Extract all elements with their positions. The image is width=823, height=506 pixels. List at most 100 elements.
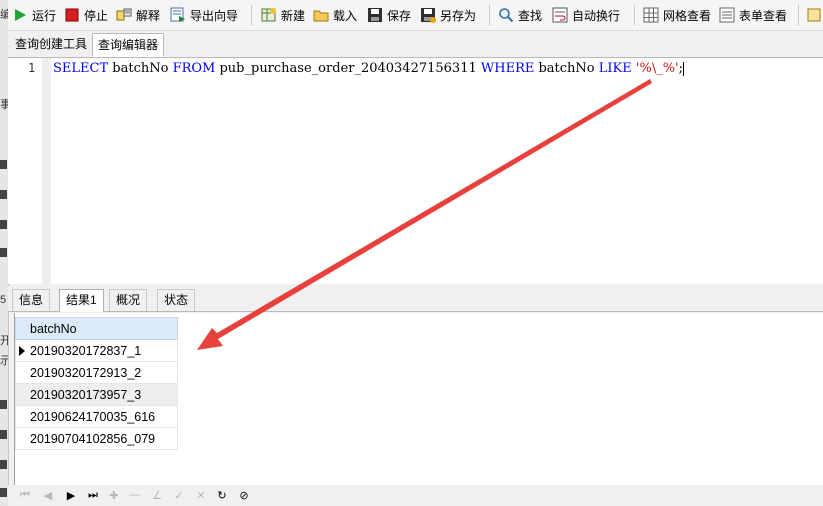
save-as-button[interactable]: 另存为 xyxy=(420,4,476,26)
table-row[interactable]: 20190624170035_616 xyxy=(15,405,178,428)
explain-button[interactable]: 解释 xyxy=(116,4,160,26)
form-view-button[interactable]: 表单查看 xyxy=(719,4,787,26)
stop-label: 停止 xyxy=(84,8,109,23)
sql-string-literal: '%\_%' xyxy=(635,61,679,76)
sql-token: batchNo xyxy=(108,61,173,76)
delete-record-icon[interactable]: — xyxy=(128,488,142,502)
word-wrap-button[interactable]: 自动换行 xyxy=(552,4,620,26)
line-number: 1 xyxy=(28,61,36,75)
first-record-icon[interactable]: ⏮ xyxy=(18,488,32,502)
cancel-changes-icon[interactable]: ✕ xyxy=(194,488,208,502)
sql-token: pub_purchase_order_20403427156311 xyxy=(215,61,481,76)
next-record-icon[interactable]: ▶ xyxy=(64,488,78,502)
stop-query-icon[interactable]: ⊘ xyxy=(237,488,251,502)
left-glyph-5: 5 xyxy=(0,294,7,306)
left-block xyxy=(0,430,7,439)
sql-keyword: SELECT xyxy=(53,61,109,76)
toolbar-separator xyxy=(251,5,252,25)
table-row[interactable]: 20190320172837_1 xyxy=(15,339,178,362)
play-icon xyxy=(12,7,28,23)
row-indicator xyxy=(15,405,26,428)
cell-batchno[interactable]: 20190320172913_2 xyxy=(26,361,178,384)
sql-keyword: FROM xyxy=(172,61,216,76)
cell-batchno[interactable]: 20190320172837_1 xyxy=(26,339,178,362)
tab-info[interactable]: 信息 xyxy=(12,289,51,311)
left-glyph-3: 开 xyxy=(0,335,8,347)
overflow-button[interactable] xyxy=(807,4,823,26)
row-indicator xyxy=(15,361,26,384)
results-grid[interactable]: batchNo 20190320172837_1 20190320172913_… xyxy=(14,313,823,485)
toolbar: 运行 停止 解释 导出向导 新建 载入 保存 另存为 查找 自动换行 网格查看 … xyxy=(8,0,823,31)
more-icon xyxy=(807,7,823,23)
editor-tabs: 查询创建工具 查询编辑器 xyxy=(8,31,823,58)
tab-profile[interactable]: 概况 xyxy=(109,289,148,311)
prev-record-icon[interactable]: ◀ xyxy=(41,488,55,502)
table-row-selected[interactable]: 20190320173957_3 xyxy=(15,383,178,406)
run-button[interactable]: 运行 xyxy=(12,4,56,26)
word-wrap-label: 自动换行 xyxy=(572,8,621,23)
table-row[interactable]: 20190704102856_079 xyxy=(15,427,178,450)
line-number-gutter: 1 xyxy=(8,58,42,284)
cell-batchno[interactable]: 20190320173957_3 xyxy=(26,383,178,406)
stop-icon xyxy=(64,7,80,23)
left-block xyxy=(0,460,7,469)
left-glyph-1: 编 xyxy=(0,9,8,21)
grid-icon xyxy=(643,7,659,23)
load-label: 载入 xyxy=(333,8,358,23)
result-tabs: 信息 结果1 概况 状态 xyxy=(8,286,823,312)
row-indicator xyxy=(15,427,26,450)
apply-changes-icon[interactable]: ✓ xyxy=(172,488,186,502)
new-label: 新建 xyxy=(281,8,306,23)
left-block xyxy=(0,190,7,199)
sql-token: batchNo xyxy=(534,61,599,76)
left-glyph-2: 事 xyxy=(0,99,8,111)
new-button[interactable]: 新建 xyxy=(261,4,305,26)
current-row-pointer-icon xyxy=(19,346,25,356)
cell-batchno[interactable]: 20190704102856_079 xyxy=(26,427,178,450)
magnifier-icon xyxy=(498,7,514,23)
results-table: batchNo 20190320172837_1 20190320172913_… xyxy=(15,317,178,450)
tab-status[interactable]: 状态 xyxy=(157,289,196,311)
left-block xyxy=(0,488,7,497)
floppy-icon xyxy=(367,7,383,23)
table-row[interactable]: 20190320172913_2 xyxy=(15,361,178,384)
run-label: 运行 xyxy=(32,8,57,23)
stop-button[interactable]: 停止 xyxy=(64,4,108,26)
export-wizard-label: 导出向导 xyxy=(190,8,239,23)
tab-result-1[interactable]: 结果1 xyxy=(59,289,104,312)
record-navigator: ⏮ ◀ ▶ ⏭ ✚ — ∠ ✓ ✕ ↻ ⊘ xyxy=(8,485,823,506)
cell-batchno[interactable]: 20190624170035_616 xyxy=(26,405,178,428)
load-button[interactable]: 载入 xyxy=(313,4,357,26)
explain-icon xyxy=(116,7,132,23)
left-glyph-4: 示 xyxy=(0,355,8,367)
folder-icon xyxy=(313,7,329,23)
find-button[interactable]: 查找 xyxy=(498,4,542,26)
text-caret xyxy=(683,61,685,76)
wrap-icon xyxy=(552,7,568,23)
find-label: 查找 xyxy=(518,8,543,23)
save-button[interactable]: 保存 xyxy=(367,4,411,26)
sql-keyword: WHERE xyxy=(480,61,535,76)
left-block xyxy=(0,220,7,229)
sql-text[interactable]: SELECT batchNo FROM pub_purchase_order_2… xyxy=(53,61,685,76)
add-record-icon[interactable]: ✚ xyxy=(107,488,121,502)
edit-record-icon[interactable]: ∠ xyxy=(150,488,164,502)
save-as-label: 另存为 xyxy=(440,8,477,23)
left-block xyxy=(0,400,7,409)
export-wizard-button[interactable]: 导出向导 xyxy=(170,4,238,26)
grid-view-button[interactable]: 网格查看 xyxy=(643,4,711,26)
last-record-icon[interactable]: ⏭ xyxy=(86,488,100,502)
left-block xyxy=(0,248,7,257)
tab-query-builder[interactable]: 查询创建工具 xyxy=(10,33,93,55)
explain-label: 解释 xyxy=(136,8,161,23)
tab-query-editor[interactable]: 查询编辑器 xyxy=(92,33,165,57)
toolbar-separator xyxy=(634,5,635,25)
refresh-icon[interactable]: ↻ xyxy=(215,488,229,502)
grid-view-label: 网格查看 xyxy=(663,8,712,23)
floppy-save-as-icon xyxy=(420,7,436,23)
column-header-batchno[interactable]: batchNo xyxy=(15,317,178,340)
sql-editor[interactable]: 1 SELECT batchNo FROM pub_purchase_order… xyxy=(8,58,823,284)
form-view-label: 表单查看 xyxy=(739,8,788,23)
save-label: 保存 xyxy=(387,8,412,23)
row-indicator xyxy=(15,383,26,406)
